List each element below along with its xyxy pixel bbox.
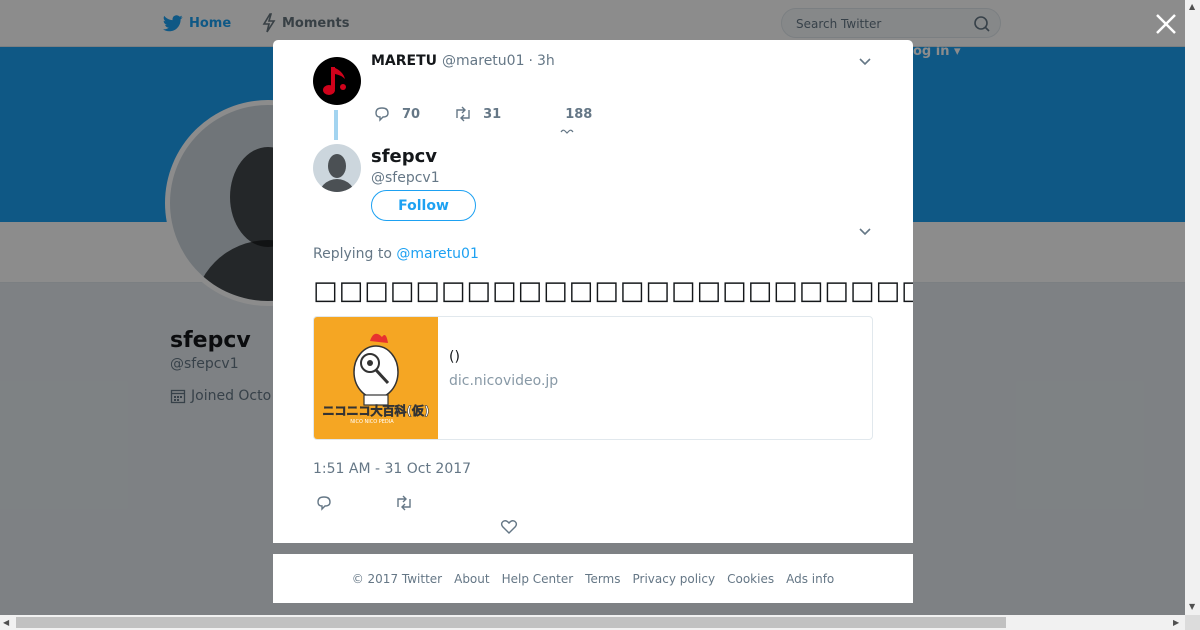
chevron-down-icon[interactable] <box>857 56 873 68</box>
replying-to: Replying to @maretu01 <box>313 246 479 262</box>
heart-icon[interactable] <box>560 128 574 136</box>
card-thumb-subtext: NICO NICO PEDIA <box>350 419 394 425</box>
replying-to-handle[interactable]: @maretu01 <box>396 246 478 262</box>
footer-link-help-center[interactable]: Help Center <box>502 572 574 586</box>
modal-footer: © 2017 Twitter About Help Center Terms P… <box>273 554 913 603</box>
retweet-icon[interactable] <box>453 106 473 122</box>
tweet-author-name[interactable]: sfepcv <box>371 146 437 167</box>
card-thumb-text: ニコニコ大百科(仮) <box>323 403 430 418</box>
music-note-icon <box>323 67 346 95</box>
parent-tweet-actions: 70 31 188 <box>373 106 592 122</box>
scroll-left-arrow-icon[interactable]: ◀ <box>3 618 9 627</box>
link-card[interactable]: ニコニコ大百科(仮) NICO NICO PEDIA () dic.nicovi… <box>313 316 873 440</box>
vertical-scrollbar[interactable]: ▲ ▼ <box>1185 0 1200 615</box>
parent-author-name[interactable]: MARETU <box>371 53 437 69</box>
tweet-author-handle[interactable]: @sfepcv1 <box>371 170 440 186</box>
footer-link-about[interactable]: About <box>454 572 489 586</box>
card-thumbnail: ニコニコ大百科(仮) NICO NICO PEDIA <box>314 317 438 439</box>
default-avatar-icon <box>318 154 356 192</box>
retweet-icon[interactable] <box>394 495 414 511</box>
footer-link-ads-info[interactable]: Ads info <box>786 572 834 586</box>
user-avatar[interactable] <box>313 144 361 192</box>
tweet-modal: MARETU @maretu01 · 3h 70 31 188 sfepcv @… <box>273 40 913 543</box>
nicopedia-logo-icon: ニコニコ大百科(仮) NICO NICO PEDIA <box>322 333 430 425</box>
horizontal-scrollbar[interactable]: ◀ ▶ <box>0 615 1185 630</box>
card-domain: dic.nicovideo.jp <box>449 373 559 389</box>
parent-tweet-header: MARETU @maretu01 · 3h <box>371 53 555 69</box>
reply-count: 70 <box>402 106 421 122</box>
scrollbar-corner <box>1185 615 1200 630</box>
replying-to-prefix: Replying to <box>313 246 392 262</box>
follow-button[interactable]: Follow <box>371 190 476 221</box>
footer-link-terms[interactable]: Terms <box>585 572 620 586</box>
header-separator: · <box>528 53 533 69</box>
card-title: () <box>449 349 460 365</box>
scroll-right-arrow-icon[interactable]: ▶ <box>1173 618 1179 627</box>
tweet-timestamp[interactable]: 1:51 AM - 31 Oct 2017 <box>313 461 471 477</box>
horizontal-scroll-thumb[interactable] <box>16 617 1006 628</box>
heart-icon[interactable] <box>500 519 518 535</box>
reply-icon[interactable] <box>315 495 333 511</box>
parent-author-handle[interactable]: @maretu01 <box>442 53 524 69</box>
chevron-down-icon[interactable] <box>857 226 873 238</box>
maretu-avatar[interactable] <box>313 57 361 105</box>
footer-link-cookies[interactable]: Cookies <box>727 572 774 586</box>
close-icon[interactable] <box>1154 12 1178 36</box>
footer-copyright: © 2017 Twitter <box>351 571 443 586</box>
tweet-text: □□□□□□□□□□□□□□□□□□□□□□□□□□□□□□□□□□□□□□□□… <box>313 276 913 306</box>
footer-link-privacy-policy[interactable]: Privacy policy <box>633 572 716 586</box>
reply-icon[interactable] <box>373 106 391 122</box>
scroll-up-arrow-icon[interactable]: ▲ <box>1189 2 1195 11</box>
parent-time-ago[interactable]: 3h <box>537 53 555 69</box>
conversation-thread-line <box>334 110 338 140</box>
scroll-down-arrow-icon[interactable]: ▼ <box>1189 602 1195 611</box>
retweet-count: 31 <box>483 106 502 122</box>
like-count: 188 <box>565 106 593 122</box>
